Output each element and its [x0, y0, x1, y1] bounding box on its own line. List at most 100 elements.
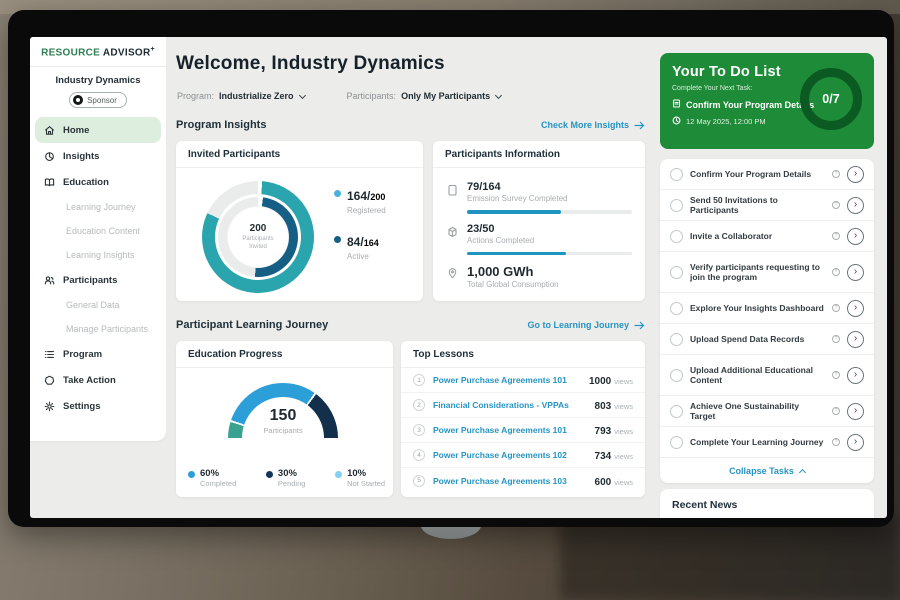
- chevron-right-button[interactable]: ›: [847, 197, 864, 214]
- recent-news-card: Recent News: [660, 489, 874, 518]
- chevron-right-button[interactable]: ›: [847, 300, 864, 317]
- todo-panel: Your To Do List Complete Your Next Task:…: [660, 53, 874, 149]
- progress-fill: [467, 252, 566, 256]
- info-label: Total Global Consumption: [467, 280, 559, 289]
- participants-filter-label: Participants:: [347, 91, 397, 101]
- legend-label: Pending: [278, 479, 306, 488]
- info-label: Actions Completed: [467, 236, 632, 245]
- task-label: Invite a Collaborator: [690, 231, 825, 241]
- card-title: Education Progress: [176, 341, 393, 368]
- lesson-link[interactable]: Power Purchase Agreements 101: [433, 425, 587, 435]
- task-checkbox[interactable]: [670, 266, 683, 279]
- sidebar-item-label: Manage Participants: [66, 324, 148, 334]
- program-filter-value[interactable]: Industrialize Zero: [219, 91, 294, 101]
- sidebar-item-label: Learning Journey: [66, 202, 136, 212]
- legend-item-active: 84/164 Active: [334, 233, 386, 261]
- info-icon[interactable]: ?: [832, 268, 840, 276]
- participants-filter-value[interactable]: Only My Participants: [401, 91, 490, 101]
- lesson-row: 3 Power Purchase Agreements 101 793views: [401, 418, 645, 443]
- sidebar-item-program[interactable]: Program: [35, 341, 161, 367]
- chevron-right-button[interactable]: ›: [847, 228, 864, 245]
- sidebar-item-learning-journey[interactable]: Learning Journey: [35, 195, 161, 219]
- education-progress-card: Education Progress 150 Participants 60% …: [176, 341, 393, 497]
- info-icon[interactable]: ?: [832, 335, 840, 343]
- sidebar-item-learning-insights[interactable]: Learning Insights: [35, 243, 161, 267]
- legend-item-pending: 30% Pending: [266, 468, 306, 488]
- legend-item-completed: 60% Completed: [188, 468, 236, 488]
- info-icon[interactable]: ?: [832, 371, 840, 379]
- sidebar-item-label: Learning Insights: [66, 250, 135, 260]
- views-label: views: [614, 478, 633, 487]
- sponsor-badge[interactable]: Sponsor: [69, 92, 127, 108]
- legend-item-registered: 164/200 Registered: [334, 187, 386, 215]
- go-to-learning-journey-link[interactable]: Go to Learning Journey: [527, 320, 645, 330]
- participants-info-body: 79/164 Emission Survey Completed 23/50 A…: [433, 168, 645, 289]
- progress-track: [467, 252, 632, 256]
- top-lessons-card: Top Lessons 1 Power Purchase Agreements …: [401, 341, 645, 497]
- collapse-tasks-link[interactable]: Collapse Tasks: [660, 458, 874, 483]
- chevron-right-button[interactable]: ›: [847, 166, 864, 183]
- lesson-link[interactable]: Power Purchase Agreements 103: [433, 476, 587, 486]
- views-count: 1000: [589, 376, 611, 387]
- sidebar-item-manage-participants[interactable]: Manage Participants: [35, 317, 161, 341]
- task-row: Upload Spend Data Records ? ›: [660, 324, 874, 355]
- chevron-right-button[interactable]: ›: [847, 367, 864, 384]
- task-row: Explore Your Insights Dashboard ? ›: [660, 293, 874, 324]
- invited-participants-card: Invited Participants 200 Participants In…: [176, 141, 423, 301]
- lesson-link[interactable]: Financial Considerations - VPPAs: [433, 400, 587, 410]
- info-icon[interactable]: ?: [832, 201, 840, 209]
- task-checkbox[interactable]: [670, 302, 683, 315]
- todo-tasks-card: Confirm Your Program Details ? › Send 50…: [660, 159, 874, 483]
- info-icon[interactable]: ?: [832, 170, 840, 178]
- sidebar-item-home[interactable]: Home: [35, 117, 161, 143]
- task-checkbox[interactable]: [670, 436, 683, 449]
- info-icon[interactable]: ?: [832, 304, 840, 312]
- sidebar-item-insights[interactable]: Insights: [35, 143, 161, 169]
- sidebar-item-label: Home: [63, 125, 89, 136]
- sidebar-item-education[interactable]: Education: [35, 169, 161, 195]
- task-row: Achieve One Sustainability Target ? ›: [660, 396, 874, 427]
- invited-legend: 164/200 Registered 84/164 Active: [334, 187, 386, 261]
- sidebar-item-label: Insights: [63, 151, 99, 162]
- sidebar: RESOURCE ADVISOR+ Industry Dynamics Spon…: [30, 37, 166, 441]
- chevron-right-button[interactable]: ›: [847, 403, 864, 420]
- lesson-link[interactable]: Power Purchase Agreements 101: [433, 375, 581, 385]
- sidebar-item-education-content[interactable]: Education Content: [35, 219, 161, 243]
- task-checkbox[interactable]: [670, 405, 683, 418]
- rank-badge: 3: [413, 424, 425, 436]
- sidebar-item-general-data[interactable]: General Data: [35, 293, 161, 317]
- recent-news-title: Recent News: [660, 489, 874, 518]
- legend-value: 30%: [278, 468, 306, 479]
- collapse-tasks-label: Collapse Tasks: [729, 466, 794, 476]
- chevron-down-icon[interactable]: [495, 91, 502, 98]
- sidebar-item-settings[interactable]: Settings: [35, 393, 161, 419]
- chevron-right-button[interactable]: ›: [847, 331, 864, 348]
- legend-item-not-started: 10% Not Started: [335, 468, 385, 488]
- task-checkbox[interactable]: [670, 230, 683, 243]
- clipboard-icon: [447, 181, 458, 214]
- chevron-down-icon[interactable]: [298, 91, 305, 98]
- link-label: Check More Insights: [541, 120, 629, 130]
- info-value: 1,000 GWh: [467, 264, 559, 279]
- lesson-link[interactable]: Power Purchase Agreements 102: [433, 450, 587, 460]
- views-count: 734: [595, 451, 612, 462]
- check-more-insights-link[interactable]: Check More Insights: [541, 120, 645, 130]
- task-row: Verify participants requesting to join t…: [660, 252, 874, 293]
- task-checkbox[interactable]: [670, 168, 683, 181]
- task-label: Confirm Your Program Details: [690, 169, 825, 179]
- task-checkbox[interactable]: [670, 199, 683, 212]
- home-icon: [44, 125, 55, 136]
- info-icon[interactable]: ?: [832, 232, 840, 240]
- info-icon[interactable]: ?: [832, 407, 840, 415]
- chevron-right-button[interactable]: ›: [847, 264, 864, 281]
- rank-badge: 2: [413, 399, 425, 411]
- sidebar-item-take-action[interactable]: Take Action: [35, 367, 161, 393]
- info-icon[interactable]: ?: [832, 438, 840, 446]
- sidebar-item-participants[interactable]: Participants: [35, 267, 161, 293]
- task-checkbox[interactable]: [670, 333, 683, 346]
- todo-progress-value: 0/7: [822, 92, 839, 106]
- pin-icon: [447, 264, 458, 289]
- task-checkbox[interactable]: [670, 369, 683, 382]
- education-legend: 60% Completed 30% Pending 10% Not Starte…: [188, 468, 385, 488]
- chevron-right-button[interactable]: ›: [847, 434, 864, 451]
